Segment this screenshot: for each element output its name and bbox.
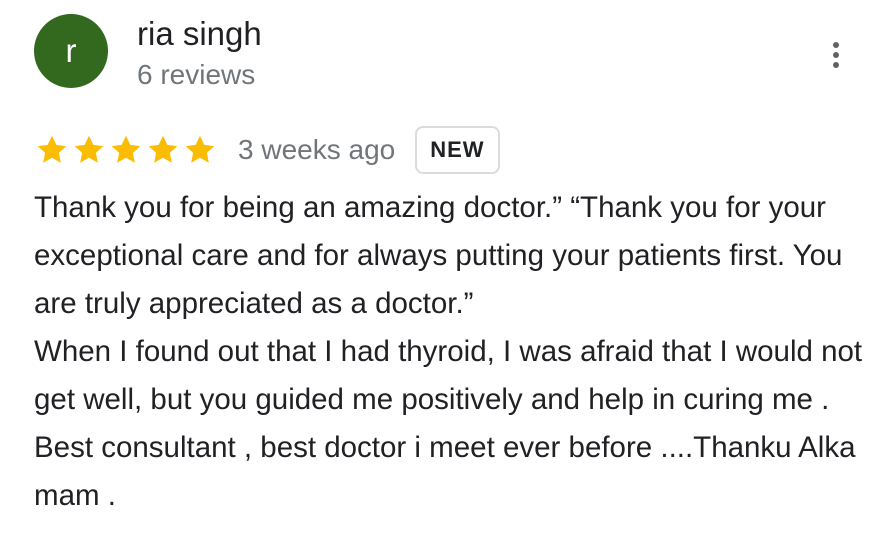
new-badge: NEW: [415, 126, 500, 174]
review-text: Thank you for being an amazing doctor.” …: [34, 191, 863, 512]
more-vert-icon: [833, 42, 839, 48]
star-icon: [111, 135, 141, 163]
review-time: 3 weeks ago: [238, 134, 396, 165]
more-options-button[interactable]: [816, 36, 856, 76]
star-icon: [148, 135, 178, 163]
star-icon: [74, 135, 104, 163]
rating-row: 3 weeks ago NEW: [34, 126, 500, 174]
reviewer-name[interactable]: ria singh: [137, 14, 262, 54]
star-icon: [37, 135, 67, 163]
star-rating: [34, 132, 218, 168]
reviewer-review-count[interactable]: 6 reviews: [137, 57, 255, 93]
more-vert-icon-dot: [833, 62, 839, 68]
review-card: r ria singh 6 reviews 3 weeks ago NEW Th…: [0, 0, 887, 560]
avatar-initial: r: [65, 32, 77, 69]
star-icon: [185, 135, 215, 163]
avatar[interactable]: r: [34, 14, 108, 88]
more-vert-icon-dot: [833, 52, 839, 58]
